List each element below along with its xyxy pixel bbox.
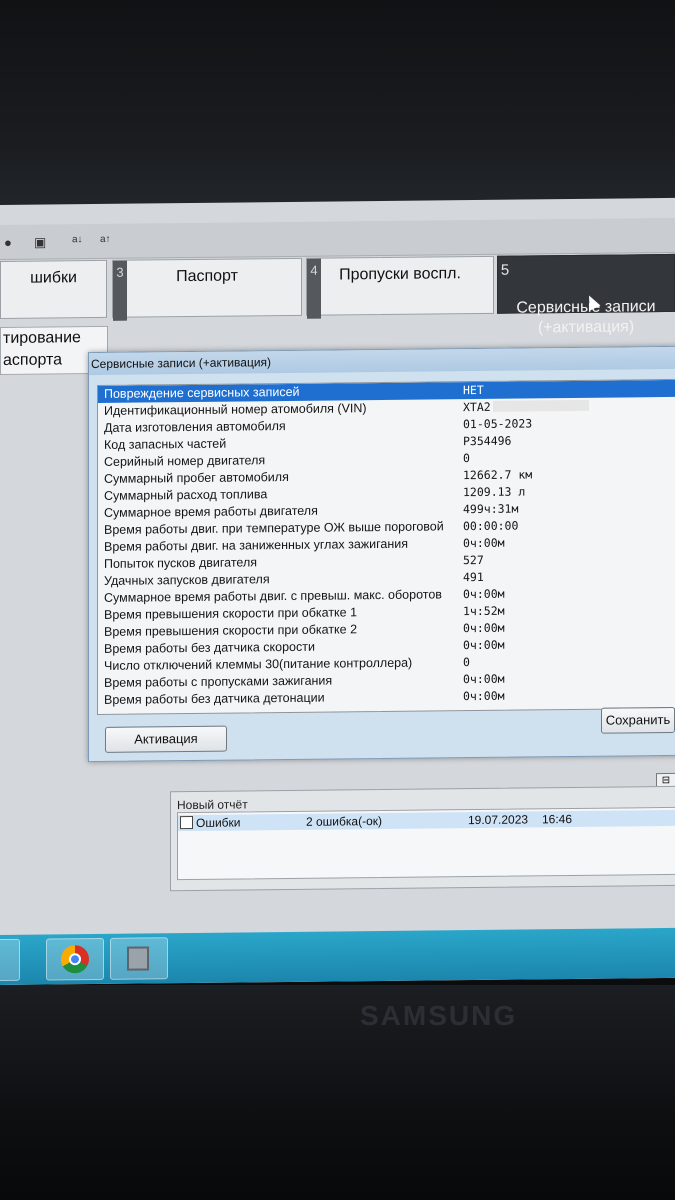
redaction-mark xyxy=(492,399,589,412)
report-row-time: 16:46 xyxy=(542,812,573,827)
tab-errors[interactable]: шибки xyxy=(0,259,107,319)
report-list: Ошибки 2 ошибка(-ок) 19.07.2023 16:46 xyxy=(177,806,675,881)
row-label: Время работы без датчика детонации xyxy=(104,690,325,707)
row-label: Серийный номер двигателя xyxy=(104,453,266,469)
taskbar-chrome-button[interactable] xyxy=(46,937,104,981)
app-icon xyxy=(127,946,149,971)
row-label: Суммарный пробег автомобиля xyxy=(104,469,289,486)
row-value: 00:00:00 xyxy=(463,518,519,534)
row-label: Время превышения скорости при обкатке 1 xyxy=(104,605,358,622)
row-label: Время работы двиг. на заниженных углах з… xyxy=(104,536,409,554)
vin-value: XTA2 xyxy=(463,399,491,415)
service-records-dialog: Сервисные записи (+активация) Повреждени… xyxy=(88,345,675,763)
row-value: 0ч:00м xyxy=(463,671,505,687)
row-value: 491 xyxy=(463,569,484,585)
row-label: Число отключений клеммы 30(питание контр… xyxy=(104,655,413,673)
row-value: 0ч:00м xyxy=(463,637,505,653)
screen: ● ▣ a↓ a↑ шибки 3 Паспорт 4 Пропуски вос… xyxy=(0,197,675,985)
report-row-name: Ошибки xyxy=(196,815,241,830)
records-list[interactable]: Повреждение сервисных записей НЕТ Идентиф… xyxy=(97,378,675,715)
row-value: 0ч:00м xyxy=(463,586,505,602)
row-label: Время превышения скорости при обкатке 2 xyxy=(104,622,358,639)
row-label: Суммарное время работы двиг. с превыш. м… xyxy=(104,587,442,605)
font-a-icon[interactable]: a↑ xyxy=(100,234,111,245)
row-value: 12662.7 км xyxy=(463,467,533,483)
row-value: P354496 xyxy=(463,433,512,449)
row-value: 0 xyxy=(463,655,470,670)
row-value: 0ч:00м xyxy=(463,535,505,551)
row-value: XTA2 xyxy=(463,399,589,414)
tab-number: 4 xyxy=(307,258,321,319)
tab-number: 5 xyxy=(500,261,510,279)
font-a-icon[interactable]: a↓ xyxy=(72,234,83,245)
row-label: Попыток пусков двигателя xyxy=(104,555,258,571)
record-icon[interactable]: ● xyxy=(4,235,12,250)
row-value: 0ч:00м xyxy=(463,688,505,704)
row-value: 0ч:00м xyxy=(463,620,505,636)
report-row[interactable]: Ошибки 2 ошибка(-ок) 19.07.2023 16:46 xyxy=(178,809,675,832)
save-button[interactable]: Сохранить xyxy=(601,706,675,734)
dialog-title: Сервисные записи (+активация) xyxy=(89,346,675,376)
tab-number: 3 xyxy=(113,260,127,321)
taskbar-explorer-button[interactable] xyxy=(0,938,20,982)
tab-label: шибки xyxy=(30,269,77,287)
row-label: Суммарное время работы двигателя xyxy=(104,503,318,520)
row-label: Дата изготовления автомобиля xyxy=(104,419,286,435)
monitor-bezel-bottom: SAMSUNG xyxy=(0,985,675,1200)
row-value: 1ч:52м xyxy=(463,603,505,619)
monitor-brand-logo: SAMSUNG xyxy=(360,1000,518,1031)
taskbar xyxy=(0,927,675,985)
row-label: Время работы двиг. при температуре ОЖ вы… xyxy=(104,519,444,537)
chrome-icon xyxy=(61,945,89,974)
row-value: 527 xyxy=(463,552,484,568)
row-value: 1209.13 л xyxy=(463,484,526,500)
report-title: Новый отчёт xyxy=(177,797,248,813)
tab-passport[interactable]: 3 Паспорт xyxy=(112,257,302,321)
row-label: Удачных запусков двигателя xyxy=(104,572,270,588)
toolbar: ● ▣ a↓ a↑ xyxy=(0,217,675,260)
row-value: 0 xyxy=(463,451,470,466)
tab-label: Паспорт xyxy=(176,267,238,286)
report-row-date: 19.07.2023 xyxy=(468,812,529,828)
row-label: Суммарный расход топлива xyxy=(104,487,268,503)
row-label: Время работы без датчика скорости xyxy=(104,639,315,656)
row-value: 499ч:31м xyxy=(463,501,519,517)
tab-label: Пропуски воспл. xyxy=(339,265,461,284)
save-icon[interactable]: ▣ xyxy=(34,235,46,251)
monitor-bezel-top xyxy=(0,0,675,205)
row-label: Повреждение сервисных записей xyxy=(104,384,300,401)
row-value: 01-05-2023 xyxy=(463,416,533,432)
activate-button[interactable]: Активация xyxy=(105,725,227,753)
row-label: Идентификационный номер атомобиля (VIN) xyxy=(104,401,367,418)
report-panel: Новый отчёт Ошибки 2 ошибка(-ок) 19.07.2… xyxy=(170,785,675,892)
row-value: НЕТ xyxy=(463,382,484,398)
report-row-count: 2 ошибка(-ок) xyxy=(306,813,382,829)
row-label: Время работы с пропусками зажигания xyxy=(104,673,333,690)
tab-misfires[interactable]: 4 Пропуски воспл. xyxy=(306,255,494,319)
tab-bar: шибки 3 Паспорт 4 Пропуски воспл. 5 Серв… xyxy=(0,253,675,336)
row-label: Код запасных частей xyxy=(104,436,227,452)
report-checkbox[interactable] xyxy=(180,815,193,830)
taskbar-app-button[interactable] xyxy=(110,937,168,980)
